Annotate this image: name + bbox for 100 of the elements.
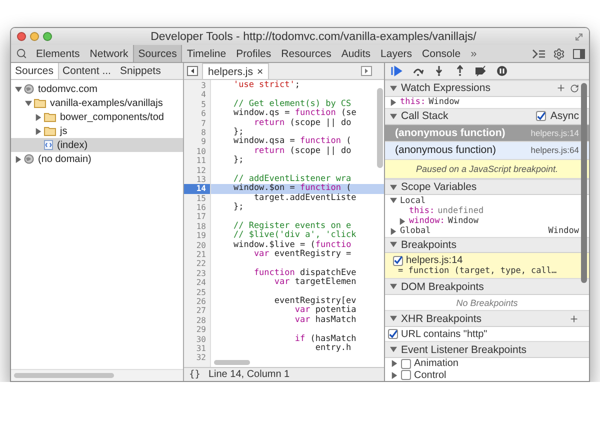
collapse-triangle-icon[interactable] (390, 184, 397, 191)
expand-triangle-icon[interactable] (390, 98, 397, 106)
line-number[interactable]: 30 (184, 334, 210, 344)
panel-tab[interactable]: Layers (376, 45, 418, 62)
line-number[interactable]: 7 (184, 118, 210, 128)
section-header[interactable]: Call Stack Async (385, 108, 589, 125)
line-number[interactable]: 22 (184, 259, 210, 269)
scrollbar-thumb[interactable] (14, 373, 114, 378)
line-number[interactable]: 26 (184, 296, 210, 306)
deactivate-breakpoints-icon[interactable] (475, 65, 487, 77)
expand-triangle-icon[interactable] (391, 372, 398, 379)
tree-item[interactable]: js (11, 124, 183, 138)
expand-triangle-icon[interactable] (35, 128, 42, 134)
line-number[interactable]: 12 (184, 166, 210, 175)
line-number[interactable]: 16 (184, 203, 210, 212)
collapse-triangle-icon[interactable] (390, 346, 397, 354)
expand-triangle-icon[interactable] (399, 218, 406, 225)
close-tab-button[interactable]: × (256, 66, 264, 78)
navigator-tab[interactable]: Content ... (58, 63, 116, 79)
collapse-triangle-icon[interactable] (390, 197, 397, 204)
section-header[interactable]: Breakpoints (385, 236, 589, 254)
line-number[interactable]: 13 (184, 174, 210, 184)
line-number[interactable]: 14 (184, 184, 210, 194)
line-number[interactable]: 4 (184, 90, 210, 100)
line-number[interactable]: 27 (184, 306, 210, 316)
tree-item[interactable]: (index) (11, 138, 183, 152)
add-icon[interactable] (569, 314, 579, 324)
line-number[interactable]: 6 (184, 109, 210, 119)
line-number[interactable]: 3 (184, 81, 210, 90)
file-tab[interactable]: helpers.js × (202, 63, 270, 79)
add-icon[interactable] (556, 83, 566, 94)
panel-tab[interactable]: Sources (133, 45, 182, 62)
scrollbar-thumb[interactable] (214, 360, 250, 365)
step-into-icon[interactable] (433, 65, 445, 77)
resume-icon[interactable] (391, 65, 403, 77)
panel-tab[interactable]: Console (417, 45, 466, 62)
line-number[interactable]: 29 (184, 325, 210, 335)
checkbox[interactable] (388, 329, 398, 340)
collapse-triangle-icon[interactable] (25, 100, 32, 106)
refresh-icon[interactable] (570, 84, 579, 93)
step-out-icon[interactable] (454, 65, 466, 77)
navigator-tab[interactable]: Snippets (116, 63, 166, 79)
expand-triangle-icon[interactable] (391, 360, 398, 368)
collapse-triangle-icon[interactable] (390, 112, 397, 120)
collapse-triangle-icon[interactable] (390, 84, 397, 92)
line-number[interactable]: 32 (184, 353, 210, 363)
checkbox[interactable] (536, 111, 546, 122)
line-number[interactable]: 18 (184, 222, 210, 232)
panel-tab[interactable]: Network (84, 45, 134, 62)
tree-item[interactable]: vanilla-examples/vanillajs (11, 96, 183, 110)
line-number[interactable]: 21 (184, 250, 210, 260)
checkbox[interactable] (401, 358, 411, 369)
scrollbar-thumb[interactable] (377, 88, 383, 168)
toggle-debugger-icon[interactable] (361, 66, 372, 76)
scrollbar-thumb[interactable] (581, 83, 587, 283)
navigator-tab[interactable]: Sources (11, 63, 59, 79)
fullscreen-icon[interactable] (575, 32, 583, 40)
line-number[interactable]: 17 (184, 212, 210, 222)
search-icon[interactable] (16, 48, 27, 59)
line-number[interactable]: 28 (184, 316, 210, 326)
line-number[interactable]: 5 (184, 100, 210, 110)
zoom-button[interactable] (43, 32, 52, 41)
panel-tab[interactable]: Timeline (182, 45, 232, 62)
line-number[interactable]: 31 (184, 344, 210, 354)
line-number[interactable]: 24 (184, 278, 210, 288)
line-number[interactable]: 9 (184, 137, 210, 147)
tree-item[interactable]: todomvc.com (11, 82, 183, 96)
overflow-button[interactable]: » (466, 48, 482, 60)
section-header[interactable]: Watch Expressions (385, 80, 589, 97)
line-number[interactable]: 8 (184, 128, 210, 138)
line-number[interactable]: 10 (184, 146, 210, 156)
line-number[interactable]: 15 (184, 194, 210, 204)
line-number[interactable]: 11 (184, 156, 210, 166)
close-button[interactable] (17, 32, 26, 41)
expand-triangle-icon[interactable] (35, 114, 42, 120)
collapse-triangle-icon[interactable] (390, 241, 397, 248)
line-number[interactable]: 23 (184, 268, 210, 278)
checkbox[interactable] (393, 256, 403, 266)
checkbox[interactable] (401, 370, 411, 380)
console-drawer-icon[interactable] (532, 48, 545, 58)
call-frame[interactable]: (anonymous function) helpers.js:64 (385, 142, 589, 160)
tree-item[interactable]: (no domain) (11, 152, 183, 166)
line-number[interactable]: 19 (184, 231, 210, 241)
panel-tab[interactable]: Elements (31, 45, 85, 62)
section-header[interactable]: Scope Variables (385, 178, 589, 196)
section-header[interactable]: XHR Breakpoints (385, 310, 589, 327)
settings-icon[interactable] (553, 48, 565, 60)
collapse-triangle-icon[interactable] (15, 86, 22, 92)
toggle-navigator-icon[interactable] (187, 66, 198, 76)
panel-tab[interactable]: Profiles (231, 45, 276, 62)
call-frame[interactable]: (anonymous function) helpers.js:14 (385, 124, 589, 142)
line-number[interactable]: 20 (184, 240, 210, 250)
dock-icon[interactable] (573, 48, 585, 58)
section-header[interactable]: DOM Breakpoints (385, 278, 589, 295)
pretty-print-button[interactable]: {} (189, 369, 200, 380)
pause-icon[interactable] (496, 65, 508, 77)
collapse-triangle-icon[interactable] (390, 315, 397, 322)
section-header[interactable]: Event Listener Breakpoints (385, 341, 589, 358)
tree-item[interactable]: bower_components/tod (11, 110, 183, 124)
expand-triangle-icon[interactable] (15, 156, 22, 162)
